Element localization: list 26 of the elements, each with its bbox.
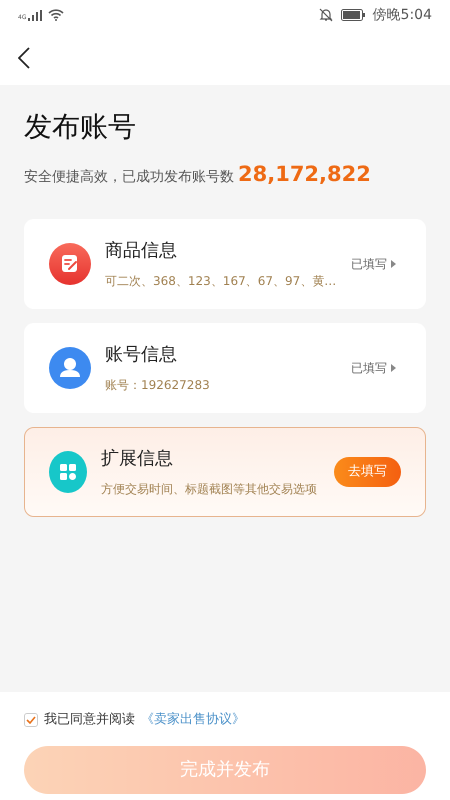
card-detail: 可二次、368、123、167、67、97、黄… xyxy=(105,273,336,290)
battery-icon xyxy=(340,9,365,21)
info-card[interactable]: 商品信息 可二次、368、123、167、67、97、黄… 已填写 xyxy=(24,218,426,308)
agreement-text: 我已同意并阅读 xyxy=(44,711,135,729)
card-detail: 账号：192627283 xyxy=(105,377,210,394)
grid-icon xyxy=(49,450,87,492)
signal-icon xyxy=(28,10,42,20)
muted-bell-icon xyxy=(318,8,333,22)
card-detail: 方便交易时间、标题截图等其他交易选项 xyxy=(101,481,317,498)
agree-checkbox[interactable] xyxy=(24,712,38,727)
info-card[interactable]: 扩展信息 方便交易时间、标题截图等其他交易选项 去填写 xyxy=(24,426,426,516)
page-title: 发布账号 xyxy=(24,109,136,145)
published-count: 28,172,822 xyxy=(238,161,371,188)
page-subtitle: 安全便捷高效，已成功发布账号数 xyxy=(24,168,234,187)
card-title: 账号信息 xyxy=(105,343,177,367)
card-title: 扩展信息 xyxy=(101,447,173,471)
card-title: 商品信息 xyxy=(105,239,177,263)
user-icon xyxy=(49,346,91,388)
filled-status: 已填写 xyxy=(351,360,387,376)
caret-icon xyxy=(391,364,396,372)
edit-icon xyxy=(49,242,91,284)
info-card[interactable]: 账号信息 账号：192627283 已填写 xyxy=(24,322,426,412)
wifi-icon xyxy=(48,9,64,21)
clock-time: 傍晚5:04 xyxy=(372,6,432,24)
caret-icon xyxy=(391,260,396,268)
filled-status: 已填写 xyxy=(351,256,387,272)
